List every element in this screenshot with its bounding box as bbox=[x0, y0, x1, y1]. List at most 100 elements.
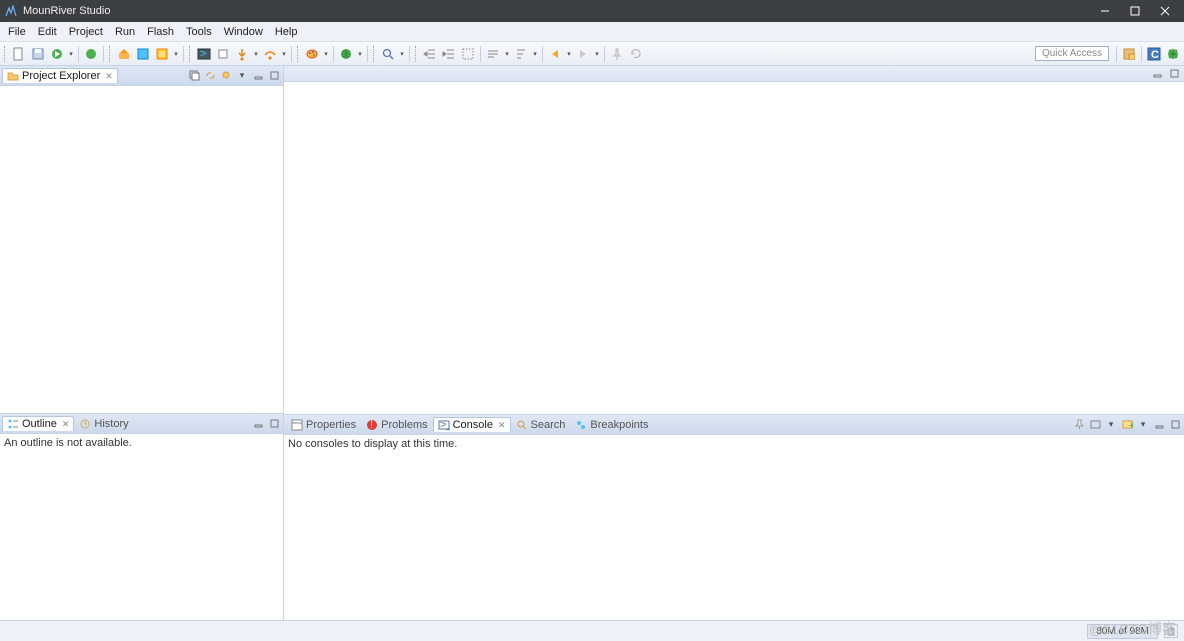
minimize-button[interactable] bbox=[1090, 0, 1120, 22]
maximize-icon[interactable] bbox=[267, 417, 281, 431]
menu-help[interactable]: Help bbox=[269, 24, 304, 40]
link-editor-icon[interactable] bbox=[203, 69, 217, 83]
maximize-icon[interactable] bbox=[267, 69, 281, 83]
editor-area bbox=[284, 82, 1184, 414]
run-dropdown[interactable]: ▾ bbox=[67, 50, 75, 58]
properties-icon bbox=[291, 419, 303, 431]
menu-file[interactable]: File bbox=[2, 24, 32, 40]
collapse-all-icon[interactable] bbox=[187, 69, 201, 83]
open-perspective-icon[interactable] bbox=[1121, 46, 1137, 62]
close-icon[interactable]: ✕ bbox=[105, 71, 113, 82]
app-logo bbox=[4, 4, 18, 18]
forward-icon[interactable] bbox=[574, 45, 592, 63]
menu-flash[interactable]: Flash bbox=[141, 24, 180, 40]
breakpoints-icon bbox=[575, 419, 587, 431]
c-perspective-icon[interactable]: C bbox=[1146, 46, 1162, 62]
sort-icon[interactable] bbox=[512, 45, 530, 63]
close-icon[interactable]: ✕ bbox=[62, 419, 70, 430]
outline-tab[interactable]: Outline ✕ bbox=[2, 416, 74, 431]
svg-text:!: ! bbox=[370, 419, 373, 431]
quick-access-input[interactable]: Quick Access bbox=[1035, 46, 1109, 61]
download-icon[interactable] bbox=[134, 45, 152, 63]
project-explorer-body bbox=[0, 86, 283, 413]
editor-tabstrip bbox=[284, 66, 1184, 82]
problems-icon: ! bbox=[366, 419, 378, 431]
history-icon bbox=[79, 418, 91, 430]
block-select-icon[interactable] bbox=[459, 45, 477, 63]
focus-task-icon[interactable] bbox=[219, 69, 233, 83]
minimize-icon[interactable] bbox=[1152, 418, 1166, 432]
tab-label: Console bbox=[453, 419, 493, 431]
pin-icon[interactable] bbox=[608, 45, 626, 63]
history-tab[interactable]: History bbox=[74, 416, 133, 431]
terminal-icon[interactable]: > bbox=[195, 45, 213, 63]
toolbar-grip bbox=[4, 46, 7, 62]
menu-window[interactable]: Window bbox=[218, 24, 269, 40]
view-menu-icon[interactable]: ▾ bbox=[235, 69, 249, 83]
console-empty-text: No consoles to display at this time. bbox=[288, 438, 457, 450]
tab-label: Outline bbox=[22, 418, 57, 430]
folder-icon bbox=[7, 70, 19, 82]
pin-console-icon[interactable] bbox=[1072, 418, 1086, 432]
breakpoints-tab[interactable]: Breakpoints bbox=[570, 417, 653, 432]
svg-text:>_: >_ bbox=[440, 419, 450, 431]
console-tab[interactable]: >_ Console ✕ bbox=[433, 417, 511, 432]
indent-icon[interactable] bbox=[440, 45, 458, 63]
project-explorer-tab[interactable]: Project Explorer ✕ bbox=[2, 68, 118, 83]
outline-icon bbox=[7, 418, 19, 430]
stop-icon[interactable] bbox=[214, 45, 232, 63]
bottom-tabbar: Properties ! Problems >_ Console ✕ Searc… bbox=[284, 415, 1184, 435]
debug-icon[interactable] bbox=[82, 45, 100, 63]
menu-edit[interactable]: Edit bbox=[32, 24, 63, 40]
outdent-icon[interactable] bbox=[421, 45, 439, 63]
display-console-icon[interactable] bbox=[1088, 418, 1102, 432]
palette-icon[interactable] bbox=[303, 45, 321, 63]
minimize-icon[interactable] bbox=[1150, 67, 1164, 81]
close-icon[interactable]: ✕ bbox=[498, 420, 506, 431]
step-into-icon[interactable] bbox=[233, 45, 251, 63]
svg-text:+: + bbox=[1129, 420, 1133, 430]
svg-text:C: C bbox=[1151, 49, 1159, 61]
menu-bar: File Edit Project Run Flash Tools Window… bbox=[0, 22, 1184, 42]
tab-label: Problems bbox=[381, 419, 427, 431]
maximize-button[interactable] bbox=[1120, 0, 1150, 22]
gc-button[interactable] bbox=[1164, 624, 1178, 638]
menu-run[interactable]: Run bbox=[109, 24, 141, 40]
search-tab[interactable]: Search bbox=[511, 417, 571, 432]
project-explorer-tabbar: Project Explorer ✕ ▾ bbox=[0, 66, 283, 86]
toggle-comment-icon[interactable] bbox=[484, 45, 502, 63]
heap-status[interactable]: 80M of 98M bbox=[1087, 624, 1158, 639]
minimize-icon[interactable] bbox=[251, 417, 265, 431]
outline-tabbar: Outline ✕ History bbox=[0, 414, 283, 434]
run-icon[interactable] bbox=[48, 45, 66, 63]
properties-tab[interactable]: Properties bbox=[286, 417, 361, 432]
menu-project[interactable]: Project bbox=[63, 24, 109, 40]
open-console-icon[interactable]: + bbox=[1120, 418, 1134, 432]
board-dropdown[interactable]: ▾ bbox=[172, 50, 180, 58]
outline-empty-text: An outline is not available. bbox=[4, 437, 132, 449]
tab-label: Search bbox=[531, 419, 566, 431]
main-toolbar: ▾ ▾ > ▾ ▾ ▾ ▾ ▾ ▾ ▾ ▾ ▾ Quick Access C bbox=[0, 42, 1184, 66]
menu-tools[interactable]: Tools bbox=[180, 24, 218, 40]
step-over-icon[interactable] bbox=[261, 45, 279, 63]
minimize-icon[interactable] bbox=[251, 69, 265, 83]
refresh-icon[interactable] bbox=[627, 45, 645, 63]
debug-perspective-icon[interactable] bbox=[1165, 46, 1181, 62]
tab-label: Breakpoints bbox=[590, 419, 648, 431]
maximize-icon[interactable] bbox=[1168, 418, 1182, 432]
globe-icon[interactable] bbox=[337, 45, 355, 63]
maximize-icon[interactable] bbox=[1167, 67, 1181, 81]
board-icon[interactable] bbox=[153, 45, 171, 63]
outline-body: An outline is not available. bbox=[0, 434, 283, 620]
new-file-icon[interactable] bbox=[10, 45, 28, 63]
console-body: No consoles to display at this time. bbox=[284, 435, 1184, 620]
save-icon[interactable] bbox=[29, 45, 47, 63]
back-icon[interactable] bbox=[546, 45, 564, 63]
search-icon[interactable] bbox=[379, 45, 397, 63]
tab-label: Project Explorer bbox=[22, 70, 100, 82]
console-icon: >_ bbox=[438, 419, 450, 431]
close-button[interactable] bbox=[1150, 0, 1180, 22]
tab-label: History bbox=[94, 418, 128, 430]
problems-tab[interactable]: ! Problems bbox=[361, 417, 432, 432]
build-icon[interactable] bbox=[115, 45, 133, 63]
